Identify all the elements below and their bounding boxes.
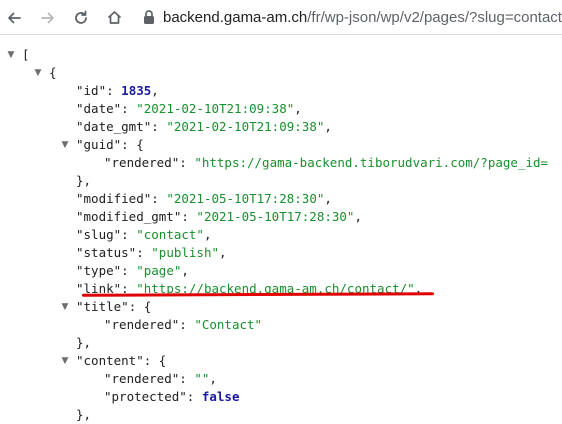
collapse-toggle-content[interactable]: ▼	[59, 352, 71, 370]
forward-button[interactable]	[34, 0, 62, 35]
triangle-down-icon: ▼	[34, 68, 42, 78]
address-bar[interactable]: backend.gama-am.ch/fr/wp-json/wp/v2/page…	[163, 0, 562, 35]
json-row-date-gmt: "date_gmt": "2021-02-10T21:09:38",	[76, 119, 332, 134]
url-host: backend.gama-am.ch	[163, 9, 308, 26]
lock-icon[interactable]	[142, 9, 156, 25]
json-row-content-protected: "protected": false	[104, 389, 240, 404]
json-object-close: },	[76, 407, 92, 422]
json-row-modified: "modified": "2021-05-10T17:28:30",	[76, 191, 332, 206]
json-row-content-rendered: "rendered": "",	[104, 371, 217, 386]
triangle-down-icon: ▼	[7, 50, 15, 60]
triangle-down-icon: ▼	[61, 140, 69, 150]
json-boolean: false	[201, 389, 240, 404]
json-object-close: },	[76, 173, 92, 188]
json-number: 1835	[121, 83, 152, 98]
collapse-toggle-root[interactable]: ▼	[5, 46, 17, 64]
json-array-open: [	[22, 47, 30, 62]
json-row-modified-gmt: "modified_gmt": "2021-05-10T17:28:30",	[76, 209, 362, 224]
json-row-id: "id": 1835,	[76, 83, 159, 98]
home-icon	[107, 11, 121, 24]
json-row-guid-rendered: "rendered": "https://gama-backend.tiboru…	[104, 155, 549, 170]
json-row-guid: "guid": {	[76, 137, 144, 152]
collapse-toggle-title[interactable]: ▼	[59, 298, 71, 316]
json-row-title-rendered: "rendered": "Contact"	[104, 317, 263, 332]
arrow-right-icon	[41, 12, 54, 23]
json-object-open: {	[49, 65, 57, 80]
json-row-title: "title": {	[76, 299, 152, 314]
collapse-toggle-object[interactable]: ▼	[32, 64, 44, 82]
collapse-toggle-guid[interactable]: ▼	[59, 136, 71, 154]
back-button[interactable]	[0, 0, 28, 35]
arrow-left-icon	[8, 12, 21, 23]
triangle-down-icon: ▼	[61, 302, 69, 312]
browser-toolbar: backend.gama-am.ch/fr/wp-json/wp/v2/page…	[0, 0, 562, 35]
json-row-date: "date": "2021-02-10T21:09:38",	[76, 101, 302, 116]
home-button[interactable]	[100, 0, 128, 35]
triangle-down-icon: ▼	[61, 356, 69, 366]
url-path: /fr/wp-json/wp/v2/pages/?slug=contact	[307, 9, 562, 26]
json-row-content: "content": {	[76, 353, 167, 368]
reload-button[interactable]	[67, 0, 95, 35]
json-row-slug: "slug": "contact",	[76, 227, 212, 242]
json-row-type: "type": "page",	[76, 263, 189, 278]
json-object-close: },	[76, 335, 92, 350]
reload-icon	[75, 10, 87, 24]
json-row-status: "status": "publish",	[76, 245, 227, 260]
